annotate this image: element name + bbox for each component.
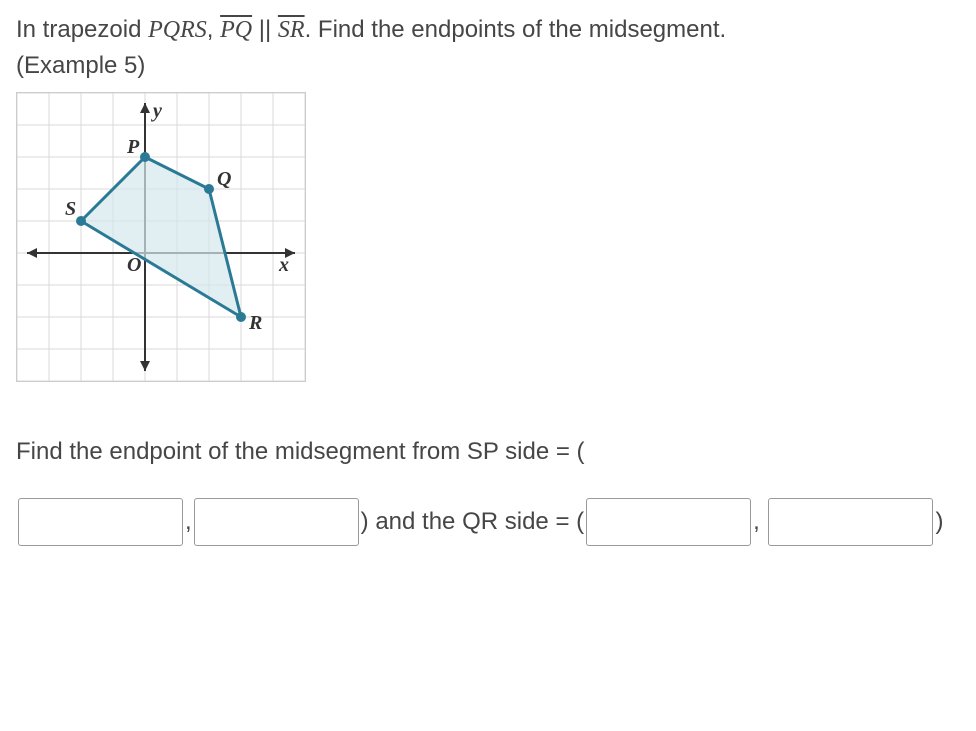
label-origin: O <box>127 254 141 276</box>
label-x-axis: x <box>278 254 289 276</box>
segment-pq: PQ <box>220 17 252 43</box>
label-s: S <box>65 198 76 220</box>
problem-statement: In trapezoid PQRS, PQ || SR. Find the en… <box>16 12 960 84</box>
qr-y-input[interactable] <box>768 498 933 546</box>
shape-name: PQRS <box>148 17 207 43</box>
problem-prefix: In trapezoid <box>16 16 148 43</box>
problem-suffix: . Find the endpoints of the midsegment. <box>305 16 727 43</box>
label-q: Q <box>217 168 231 190</box>
sp-x-input[interactable] <box>18 498 183 546</box>
label-p: P <box>126 136 140 158</box>
label-r: R <box>248 312 262 334</box>
segment-sr: SR <box>278 17 305 43</box>
label-y-axis: y <box>151 100 162 122</box>
example-reference: (Example 5) <box>16 52 145 79</box>
close-paren: ) <box>935 492 943 552</box>
sp-y-input[interactable] <box>194 498 359 546</box>
parallel-symbol: || <box>252 16 278 43</box>
comma: , <box>207 16 220 43</box>
graph-svg: P Q R S O y x <box>17 93 305 381</box>
qr-x-input[interactable] <box>586 498 751 546</box>
mid-text: ) and the QR side = ( <box>361 492 584 552</box>
coordinate-graph: P Q R S O y x <box>16 92 306 382</box>
answer-section: Find the endpoint of the midsegment from… <box>16 422 960 554</box>
comma-1: , <box>185 492 192 552</box>
answer-prompt: Find the endpoint of the midsegment from… <box>16 422 960 482</box>
comma-2: , <box>753 492 760 552</box>
